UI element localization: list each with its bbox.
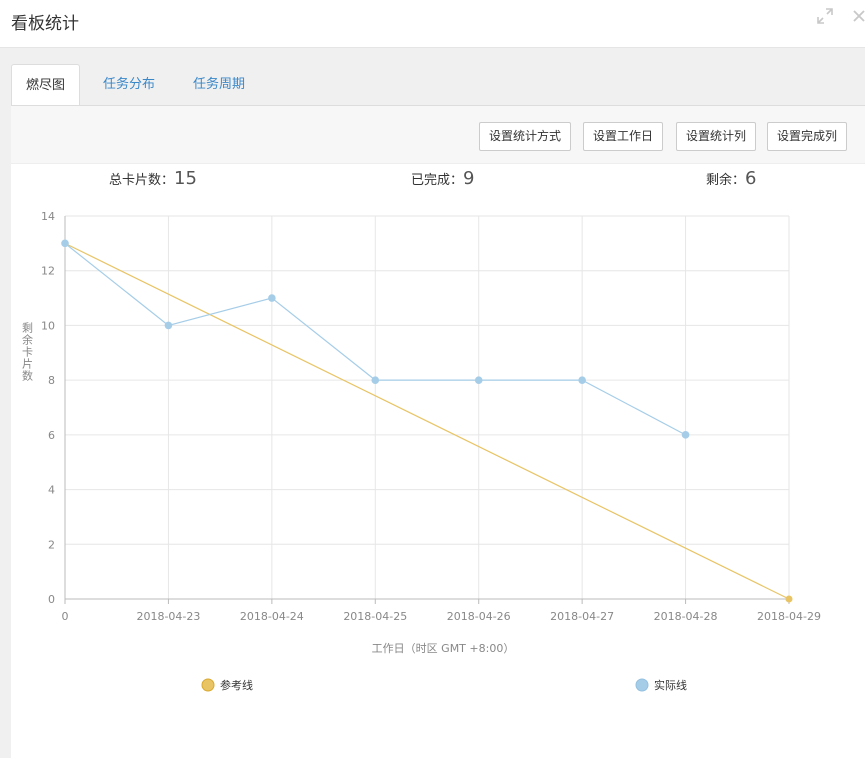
chart-axes: 0 2 4 6 8 10 12 14 0 2018-04-23 2018-04-24 2018-04-… [21, 210, 821, 655]
series-line-reference [64, 242, 790, 600]
x-tick-label: 2018-04-23 [136, 610, 200, 623]
chart-grid [65, 215, 790, 599]
data-point-actual [681, 431, 690, 439]
data-point-actual [164, 321, 173, 330]
x-tick-label: 2018-04-28 [654, 610, 718, 623]
y-tick-label: 14 [41, 210, 55, 223]
x-tick-label: 2018-04-27 [550, 610, 614, 623]
x-tick-label: 2018-04-29 [757, 610, 821, 623]
data-point-actual [61, 239, 69, 248]
legend-label[interactable]: 实际线 [654, 678, 687, 692]
x-tick-label: 2018-04-26 [447, 610, 511, 623]
x-tick-label: 2018-04-24 [240, 610, 304, 623]
y-axis-title: 剩余卡片数 [21, 322, 34, 382]
y-tick-label: 2 [48, 538, 55, 551]
chart-legend[interactable]: 参考线 实际线 [201, 678, 687, 692]
y-tick-label: 12 [41, 265, 55, 278]
data-point-actual [474, 376, 483, 384]
x-tick-label: 0 [62, 610, 69, 623]
x-axis-title: 工作日（时区 GMT +8:00） [372, 642, 515, 655]
y-tick-label: 8 [48, 374, 55, 387]
legend-swatch[interactable] [201, 678, 215, 692]
y-tick-label: 10 [41, 319, 55, 332]
chart-series [61, 239, 793, 603]
data-point-actual [268, 294, 276, 302]
y-tick-label: 0 [48, 593, 55, 606]
legend-label[interactable]: 参考线 [220, 678, 253, 692]
legend-swatch[interactable] [635, 678, 649, 692]
data-point-reference [785, 595, 793, 603]
y-tick-label: 6 [48, 429, 55, 442]
data-point-actual [371, 376, 380, 384]
data-point-actual [578, 376, 586, 384]
x-tick-label: 2018-04-25 [343, 610, 407, 623]
burndown-chart: 0 2 4 6 8 10 12 14 0 2018-04-23 2018-04-24 2018-04-… [21, 210, 821, 692]
y-tick-label: 4 [48, 484, 55, 497]
